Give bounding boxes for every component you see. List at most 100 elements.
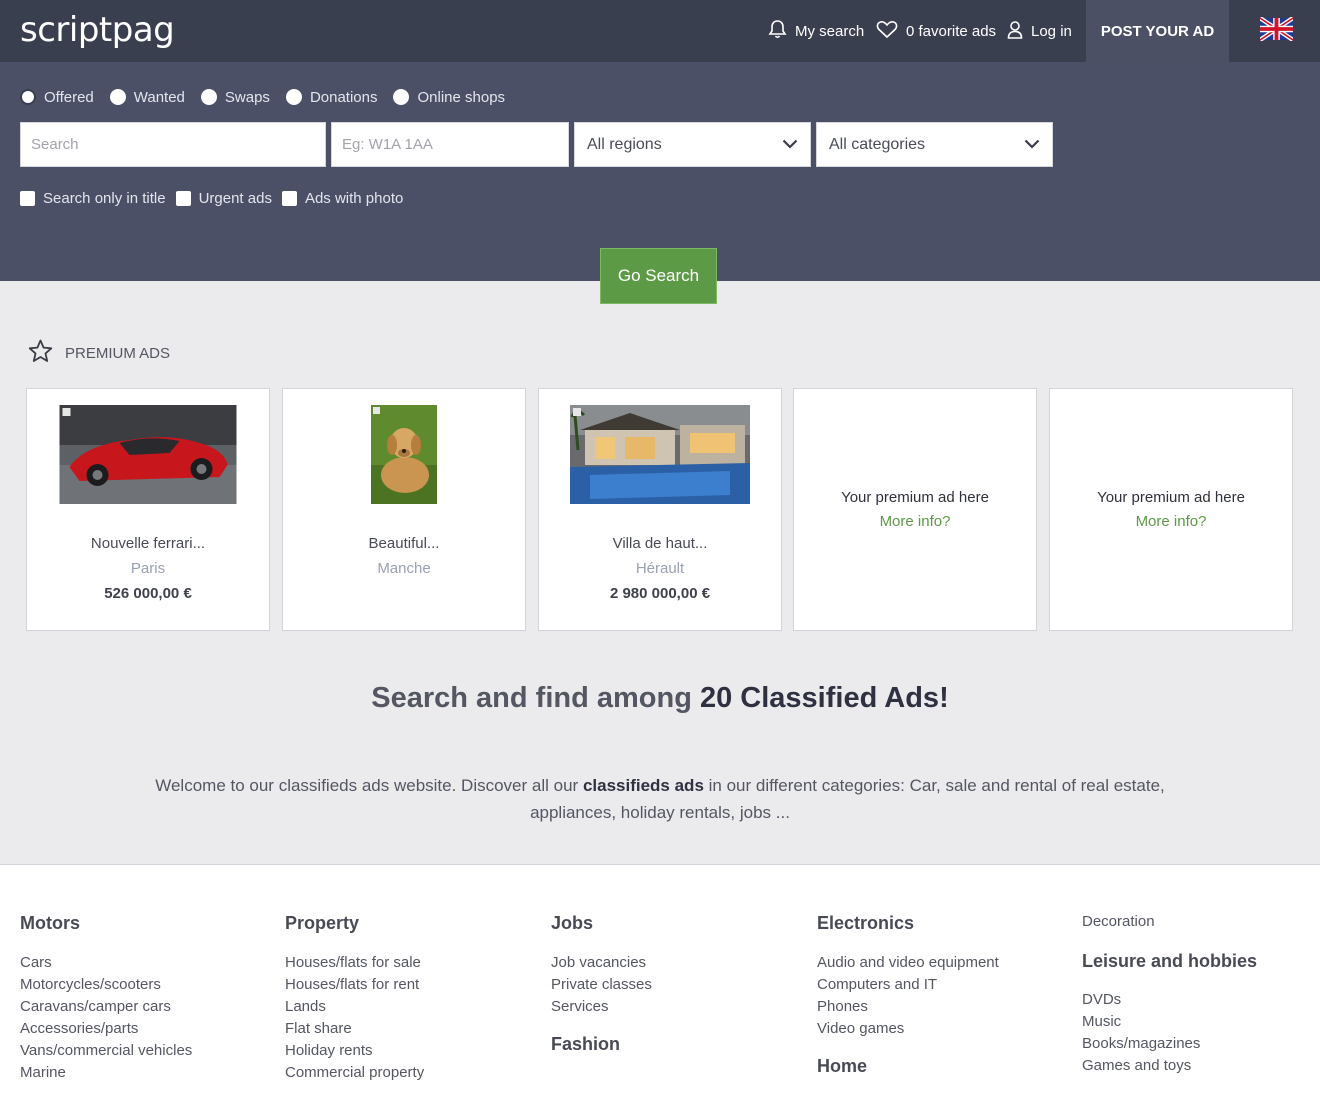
bell-icon xyxy=(768,19,795,43)
subcategory-link[interactable]: Holiday rents xyxy=(285,1040,424,1062)
radio-button[interactable] xyxy=(285,89,302,105)
radio-label: Wanted xyxy=(133,88,185,106)
subcategory-link[interactable]: Vans/commercial vehicles xyxy=(20,1040,192,1062)
subcategory-link[interactable]: Job vacancies xyxy=(551,952,652,974)
checkbox-label: Search only in title xyxy=(43,189,166,207)
subcategory-link[interactable]: Houses/flats for rent xyxy=(285,974,424,996)
subcategory-link[interactable]: Houses/flats for sale xyxy=(285,952,424,974)
premium-ad-card[interactable]: Villa de haut... Hérault 2 980 000,00 € xyxy=(538,388,782,631)
subcategory-link[interactable]: DVDs xyxy=(1082,989,1257,1011)
region-select[interactable]: All regions xyxy=(574,122,811,167)
more-info-link[interactable]: More info? xyxy=(794,513,1036,530)
ad-title[interactable]: Villa de haut... xyxy=(539,535,781,552)
subcategory-link[interactable]: Cars xyxy=(20,952,192,974)
search-input[interactable] xyxy=(31,136,315,153)
checkbox-label: Urgent ads xyxy=(198,189,272,207)
ad-location: Paris xyxy=(130,560,166,577)
ad-title[interactable]: Nouvelle ferrari... xyxy=(27,535,269,552)
checkbox[interactable] xyxy=(281,190,297,206)
post-your-ad-button[interactable]: POST YOUR AD xyxy=(1086,0,1229,62)
subcategory-link[interactable]: Books/magazines xyxy=(1082,1033,1257,1055)
ad-photo[interactable] xyxy=(371,405,437,504)
subcategory-link[interactable]: Caravans/camper cars xyxy=(20,996,192,1018)
ad-location: Manche xyxy=(377,560,431,577)
category-heading[interactable]: Electronics xyxy=(817,913,999,935)
category-column-electronics: Electronics Audio and video equipment Co… xyxy=(817,865,999,1077)
my-search-label: My search xyxy=(795,22,865,40)
subcategory-link[interactable]: Phones xyxy=(817,996,999,1018)
heart-icon xyxy=(876,20,906,43)
ad-photo[interactable] xyxy=(59,405,237,504)
category-select-value: All categories xyxy=(829,135,926,153)
search-options: Search only in title Urgent ads Ads with… xyxy=(20,188,413,208)
premium-ad-card[interactable]: Beautiful... Manche xyxy=(282,388,526,631)
postcode-input[interactable] xyxy=(342,136,558,153)
top-navigation-bar: scriptpag My search 0 favorite ads Log i… xyxy=(0,0,1320,62)
subcategory-link[interactable]: Computers and IT xyxy=(817,974,999,996)
subcategory-link[interactable]: Audio and video equipment xyxy=(817,952,999,974)
favorites-link[interactable]: 0 favorite ads xyxy=(876,0,996,62)
category-column-jobs: Jobs Job vacancies Private classes Servi… xyxy=(551,865,652,1055)
star-icon xyxy=(28,339,65,367)
checkbox[interactable] xyxy=(20,190,35,206)
subcategory-link[interactable]: Marine xyxy=(20,1062,192,1084)
premium-ad-placeholder-card: Your premium ad here More info? xyxy=(1049,388,1293,631)
premium-ads-title: PREMIUM ADS xyxy=(65,344,171,362)
login-label: Log in xyxy=(1031,22,1072,40)
premium-ads-heading: PREMIUM ADS xyxy=(28,339,171,367)
headline-prefix: Search and find among xyxy=(371,682,700,714)
subcategory-link[interactable]: Flat share xyxy=(285,1018,424,1040)
subcategory-link[interactable]: Accessories/parts xyxy=(20,1018,192,1040)
category-column-leisure: Decoration Leisure and hobbies DVDs Musi… xyxy=(1082,865,1257,1077)
category-heading[interactable]: Home xyxy=(817,1056,999,1077)
subcategory-link[interactable]: Decoration xyxy=(1082,913,1257,935)
subcategory-link[interactable]: Lands xyxy=(285,996,424,1018)
radio-button[interactable] xyxy=(109,89,126,105)
checkbox-ads-with-photo[interactable]: Ads with photo xyxy=(281,189,404,207)
user-icon xyxy=(1007,20,1031,43)
site-logo[interactable]: scriptpag xyxy=(20,10,175,50)
category-heading[interactable]: Jobs xyxy=(551,913,652,935)
radio-swaps[interactable]: Swaps xyxy=(200,89,270,106)
radio-button-selected[interactable] xyxy=(20,89,36,105)
chevron-down-icon xyxy=(1024,136,1040,154)
radio-label: Donations xyxy=(309,88,378,106)
premium-ad-card[interactable]: Nouvelle ferrari... Paris 526 000,00 € xyxy=(26,388,270,631)
radio-online-shops[interactable]: Online shops xyxy=(393,89,505,106)
category-heading[interactable]: Property xyxy=(285,913,424,935)
subcategory-link[interactable]: Private classes xyxy=(551,974,652,996)
checkbox-urgent-ads[interactable]: Urgent ads xyxy=(175,189,272,207)
subcategory-link[interactable]: Music xyxy=(1082,1011,1257,1033)
subcategory-link[interactable]: Games and toys xyxy=(1082,1055,1257,1077)
chevron-down-icon xyxy=(782,136,798,154)
checkbox-label: Ads with photo xyxy=(304,189,404,207)
radio-button[interactable] xyxy=(393,89,410,105)
favorites-label: 0 favorite ads xyxy=(906,22,997,40)
intro-bold-text: classifieds ads xyxy=(582,776,704,795)
intro-paragraph: Welcome to our classifieds ads website. … xyxy=(120,772,1200,826)
subcategory-link[interactable]: Video games xyxy=(817,1018,999,1040)
ad-title[interactable]: Beautiful... xyxy=(283,535,525,552)
subcategory-link[interactable]: Commercial property xyxy=(285,1062,424,1084)
login-link[interactable]: Log in xyxy=(1007,0,1072,62)
category-heading[interactable]: Leisure and hobbies xyxy=(1082,951,1257,972)
category-select[interactable]: All categories xyxy=(816,122,1053,167)
radio-donations[interactable]: Donations xyxy=(285,88,378,106)
category-heading[interactable]: Fashion xyxy=(551,1034,652,1055)
ad-price: 526 000,00 € xyxy=(104,585,192,602)
subcategory-link[interactable]: Motorcycles/scooters xyxy=(20,974,192,996)
radio-button[interactable] xyxy=(200,89,217,105)
uk-flag-icon[interactable] xyxy=(1258,16,1295,42)
category-heading[interactable]: Motors xyxy=(20,913,192,935)
radio-wanted[interactable]: Wanted xyxy=(109,88,185,106)
page-headline: Search and find among 20 Classified Ads! xyxy=(0,682,1320,715)
radio-offered[interactable]: Offered xyxy=(20,89,94,106)
more-info-link[interactable]: More info? xyxy=(1050,513,1292,530)
checkbox[interactable] xyxy=(175,190,191,206)
radio-label: Offered xyxy=(44,88,94,106)
go-search-button[interactable]: Go Search xyxy=(600,248,717,304)
my-search-link[interactable]: My search xyxy=(768,0,864,62)
ad-photo[interactable] xyxy=(570,405,750,504)
checkbox-title-only[interactable]: Search only in title xyxy=(20,190,166,207)
subcategory-link[interactable]: Services xyxy=(551,996,652,1018)
